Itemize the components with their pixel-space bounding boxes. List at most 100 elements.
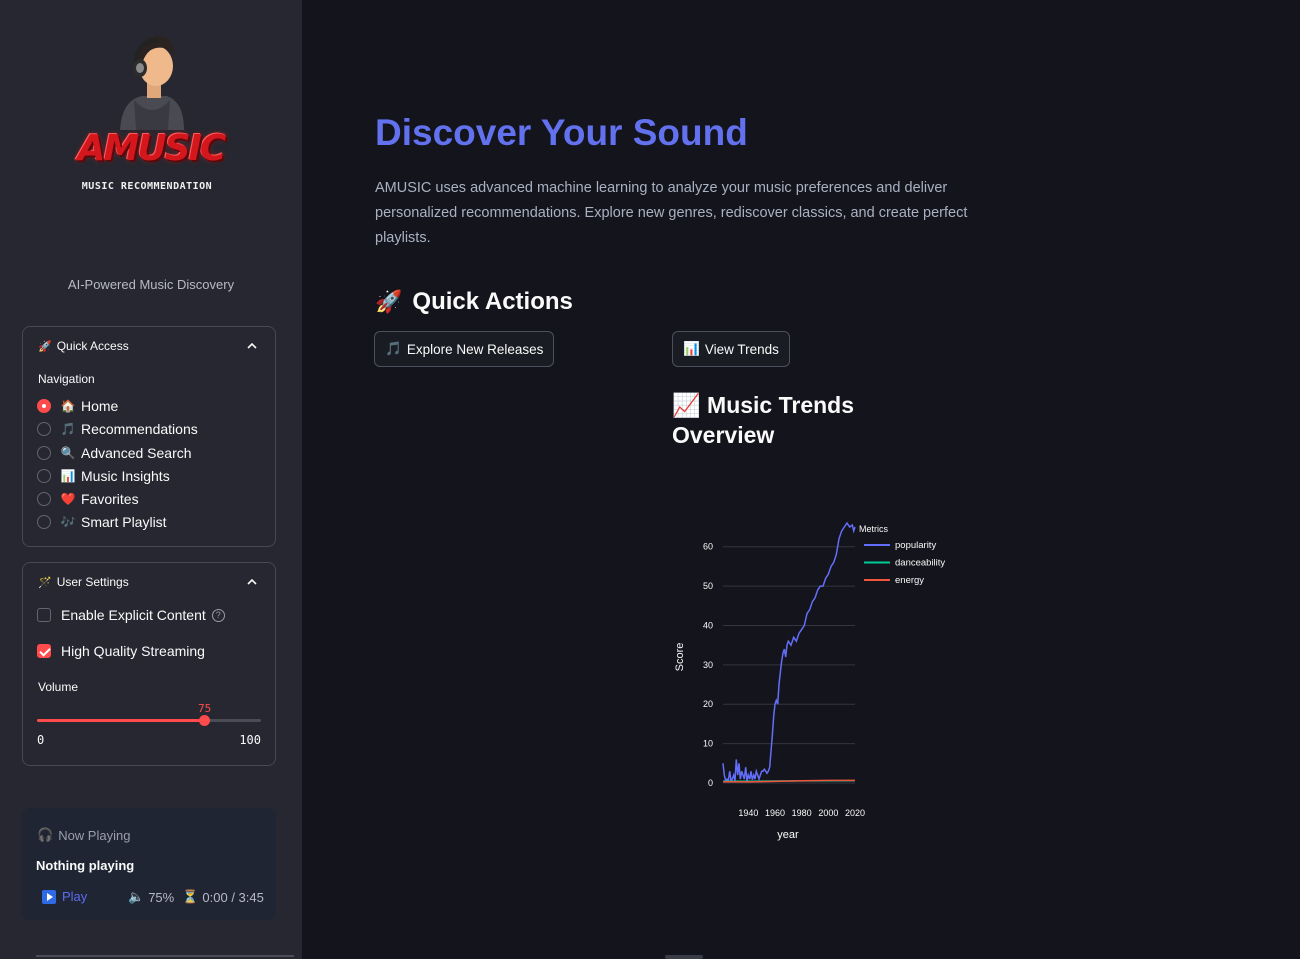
x-tick-label: 1940 — [738, 808, 758, 818]
y-tick-labels: 0 10 20 30 40 50 60 — [703, 542, 713, 788]
series-line-popularity — [722, 521, 856, 784]
play-icon — [42, 889, 56, 904]
quick-access-panel: 🚀 Quick Access Navigation 🏠 Home 🎵 Recom… — [22, 326, 276, 547]
x-tick-label: 2000 — [818, 808, 838, 818]
chart-legend: popularity danceability energy — [864, 540, 945, 586]
x-tick-label: 1960 — [765, 808, 785, 818]
bar-chart-icon: 📊 — [683, 341, 700, 356]
music-trends-title-line1: Music Trends — [707, 392, 855, 418]
explore-new-releases-label: Explore New Releases — [406, 341, 544, 357]
legend-title: Metrics — [859, 524, 888, 534]
rocket-icon: 🚀 — [375, 289, 403, 314]
sidebar-scrollbar[interactable] — [36, 955, 294, 957]
x-tick-label: 2020 — [845, 808, 865, 818]
play-label: Play — [62, 889, 88, 904]
explore-new-releases-button[interactable]: 🎵 Explore New Releases — [374, 331, 555, 367]
user-settings-panel: 🪄 User Settings Enable Explicit Content … — [22, 562, 276, 766]
user-settings-title: User Settings — [56, 575, 129, 589]
radio-button[interactable] — [37, 469, 51, 483]
speaker-icon: 🔈 — [128, 889, 145, 904]
chart-increasing-icon: 📈 — [672, 392, 701, 418]
now-playing-title: Now Playing — [58, 827, 131, 843]
nav-label: Home — [81, 398, 119, 414]
nav-label: Recommendations — [81, 421, 198, 437]
nav-radio-advanced-search[interactable]: 🔍 Advanced Search — [37, 444, 192, 462]
explicit-content-checkbox[interactable] — [37, 608, 51, 622]
x-axis-label: year — [777, 829, 799, 841]
play-button[interactable]: Play — [42, 889, 87, 904]
radio-button[interactable] — [37, 422, 51, 436]
high-quality-checkbox-row[interactable]: High Quality Streaming — [37, 643, 205, 659]
volume-value: 75 — [198, 702, 212, 715]
nav-radio-favorites[interactable]: ❤️ Favorites — [37, 490, 139, 508]
quick-actions-title: Quick Actions — [412, 288, 573, 315]
chart-lines — [722, 521, 856, 784]
y-tick-label: 30 — [703, 660, 713, 670]
nav-radio-music-insights[interactable]: 📊 Music Insights — [37, 467, 170, 485]
radio-button[interactable] — [37, 399, 51, 413]
high-quality-label: High Quality Streaming — [61, 643, 205, 659]
quick-actions-heading: 🚀 Quick Actions — [375, 288, 573, 316]
x-tick-labels: 1940 1960 1980 2000 2020 — [738, 808, 865, 818]
music-trends-heading: 📈 Music Trends Overview — [672, 390, 892, 450]
now-playing-volume: 75% — [148, 889, 175, 905]
radio-button[interactable] — [37, 492, 51, 506]
bar-chart-icon: 📊 — [60, 469, 76, 483]
y-tick-label: 0 — [708, 778, 713, 788]
y-tick-label: 60 — [703, 542, 713, 552]
nav-label: Advanced Search — [81, 445, 192, 461]
y-tick-label: 40 — [703, 620, 713, 630]
logo-text: AMUSIC — [77, 128, 227, 169]
chevron-up-icon[interactable] — [245, 575, 259, 589]
view-trends-label: View Trends — [704, 341, 779, 357]
high-quality-checkbox[interactable] — [37, 644, 51, 658]
chevron-up-icon[interactable] — [245, 339, 259, 353]
help-icon[interactable]: ? — [211, 608, 225, 622]
legend-label-energy: energy — [895, 575, 924, 586]
wand-icon: 🪄 — [38, 576, 52, 589]
view-trends-button[interactable]: 📊 View Trends — [672, 331, 790, 367]
radio-button[interactable] — [37, 515, 51, 529]
y-tick-label: 20 — [703, 699, 713, 709]
user-settings-header[interactable]: 🪄 User Settings — [38, 575, 129, 589]
music-trends-chart: 0 10 20 30 40 50 60 1940 1960 1980 2000 2020 Score… — [674, 521, 945, 841]
quick-access-header[interactable]: 🚀 Quick Access — [38, 339, 129, 353]
nav-radio-recommendations[interactable]: 🎵 Recommendations — [37, 420, 198, 438]
now-playing-track: Nothing playing — [36, 858, 135, 873]
nav-radio-smart-playlist[interactable]: 🎶 Smart Playlist — [37, 513, 167, 531]
volume-slider-thumb[interactable] — [199, 715, 210, 726]
logo-illustration — [120, 36, 184, 130]
explicit-content-label: Enable Explicit Content — [61, 607, 206, 623]
page-title: Discover Your Sound — [375, 112, 748, 153]
heart-icon: ❤️ — [60, 492, 76, 506]
explicit-content-checkbox-row[interactable]: Enable Explicit Content ? — [37, 607, 225, 623]
page-description: AMUSIC uses advanced machine learning to… — [375, 180, 968, 246]
nav-label: Favorites — [81, 491, 139, 507]
main-scrollbar[interactable] — [665, 955, 703, 959]
nav-radio-home[interactable]: 🏠 Home — [37, 397, 118, 415]
y-tick-label: 50 — [703, 581, 713, 591]
volume-max: 100 — [239, 733, 261, 747]
volume-slider[interactable] — [37, 715, 261, 726]
y-tick-label: 10 — [703, 739, 713, 749]
music-note-icon: 🎵 — [385, 341, 402, 356]
y-axis-label: Score — [674, 643, 686, 672]
house-icon: 🏠 — [60, 399, 76, 413]
legend-label-danceability: danceability — [895, 558, 945, 569]
music-trends-title-line2: Overview — [672, 422, 775, 448]
now-playing-time: 0:00 / 3:45 — [202, 889, 264, 905]
navigation-label: Navigation — [38, 372, 95, 386]
nav-label: Music Insights — [81, 468, 170, 484]
logo-subtitle: MUSIC RECOMMENDATION — [81, 181, 213, 192]
volume-label: Volume — [38, 680, 79, 694]
now-playing-card: 🎧 Now Playing Nothing playing Play 🔈 75%… — [22, 808, 276, 920]
volume-slider-fill — [37, 719, 205, 722]
rocket-icon: 🚀 — [38, 340, 52, 353]
radio-button[interactable] — [37, 446, 51, 460]
volume-min: 0 — [37, 733, 45, 747]
nav-label: Smart Playlist — [81, 514, 167, 530]
sidebar: AMUSIC MUSIC RECOMMENDATION AI-Powered M… — [0, 0, 302, 959]
quick-access-title: Quick Access — [56, 339, 129, 353]
legend-label-popularity: popularity — [895, 540, 936, 551]
headphones-icon: 🎧 — [37, 827, 54, 842]
